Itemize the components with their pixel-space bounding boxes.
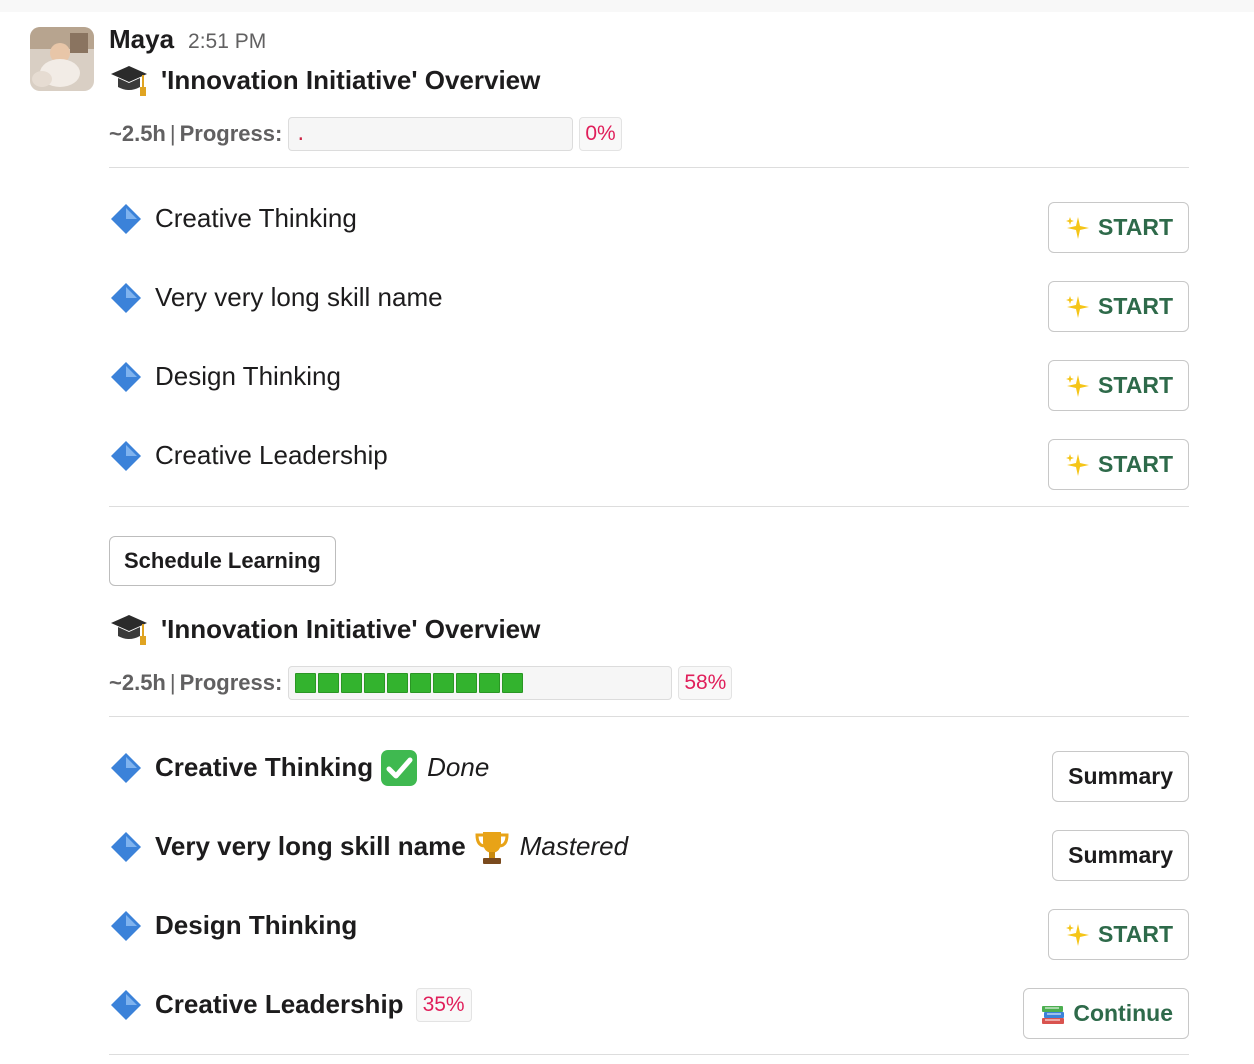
- progress-cell: [364, 673, 386, 693]
- skill-row: Design Thinking START: [109, 340, 1189, 419]
- schedule-learning-button[interactable]: Schedule Learning: [109, 536, 336, 586]
- skill-percent: 35%: [415, 987, 472, 1022]
- skill-name: Creative Leadership: [155, 989, 404, 1019]
- summary-button[interactable]: Summary: [1052, 830, 1189, 881]
- progress-cell: [433, 673, 455, 693]
- start-button-label: START: [1098, 293, 1173, 319]
- progress-cell: [410, 673, 432, 693]
- progress-bar: .: [288, 117, 574, 151]
- skill-name: Creative Thinking: [155, 752, 374, 782]
- summary-button-label: Summary: [1068, 763, 1173, 789]
- skill-row: Creative Thinking Done Summary: [109, 731, 1189, 810]
- summary-button[interactable]: Summary: [1052, 751, 1189, 802]
- card-title-line: 'Innovation Initiative' Overview: [109, 607, 1189, 651]
- skill-name: Creative Leadership: [155, 440, 388, 470]
- skill-name: Creative Thinking: [155, 203, 357, 233]
- card-title: 'Innovation Initiative' Overview: [161, 64, 541, 95]
- divider: [109, 1054, 1189, 1055]
- skill-name: Very very long skill name: [155, 831, 466, 861]
- progress-percent: 58%: [678, 666, 733, 700]
- message-header: Maya 2:51 PM: [109, 24, 266, 55]
- progress-cell: [456, 673, 478, 693]
- blue-diamond-icon: [111, 203, 141, 234]
- card-1-skills: Creative Thinking START Very very long s…: [109, 182, 1189, 498]
- start-button[interactable]: START: [1048, 439, 1189, 490]
- start-button-label: START: [1098, 372, 1173, 398]
- progress-bar-text: .: [295, 123, 307, 145]
- skill-row: Creative Leadership START: [109, 419, 1189, 498]
- skill-name: Design Thinking: [155, 910, 358, 940]
- skill-row: Creative Thinking START: [109, 182, 1189, 261]
- card-title: 'Innovation Initiative' Overview: [161, 613, 541, 644]
- blue-diamond-icon: [111, 440, 141, 471]
- books-icon: [1042, 1005, 1065, 1024]
- blue-diamond-icon: [111, 910, 141, 941]
- progress-cell: [341, 673, 363, 693]
- start-button[interactable]: START: [1048, 281, 1189, 332]
- sparkles-icon: [1066, 216, 1090, 239]
- blue-diamond-icon: [111, 282, 141, 313]
- progress-cell: [387, 673, 409, 693]
- progress-line: ~2.5h | Progress: 58%: [109, 663, 1189, 703]
- card-1: 'Innovation Initiative' Overview ~2.5h | P…: [109, 58, 1189, 154]
- sparkles-icon: [1066, 453, 1090, 476]
- author-name[interactable]: Maya: [109, 24, 174, 55]
- divider: [109, 506, 1189, 507]
- progress-bar: [288, 666, 673, 700]
- blue-diamond-icon: [111, 831, 141, 862]
- summary-button-label: Summary: [1068, 842, 1173, 868]
- status-text: Done: [427, 752, 490, 782]
- skill-row: Creative Leadership 35% Continue: [109, 968, 1189, 1047]
- card-2: 'Innovation Initiative' Overview ~2.5h | P…: [109, 607, 1189, 703]
- skill-name: Design Thinking: [155, 361, 341, 391]
- start-button[interactable]: START: [1048, 360, 1189, 411]
- progress-cell: [479, 673, 501, 693]
- continue-button[interactable]: Continue: [1023, 988, 1189, 1039]
- progress-cell: [502, 673, 524, 693]
- continue-button-label: Continue: [1073, 1000, 1173, 1026]
- blue-diamond-icon: [111, 989, 141, 1020]
- progress-line: ~2.5h | Progress: . 0%: [109, 114, 1189, 154]
- message-time[interactable]: 2:51 PM: [188, 30, 266, 54]
- top-bar: [0, 0, 1254, 12]
- graduation-cap-icon: [111, 66, 147, 96]
- sparkles-icon: [1066, 374, 1090, 397]
- divider: [109, 716, 1189, 717]
- sparkles-icon: [1066, 923, 1090, 946]
- card-2-skills: Creative Thinking Done Summary Very very…: [109, 731, 1189, 1047]
- duration-label: ~2.5h | Progress:: [109, 121, 283, 146]
- start-button[interactable]: START: [1048, 202, 1189, 253]
- avatar[interactable]: [30, 27, 94, 91]
- skill-row: Design Thinking START: [109, 889, 1189, 968]
- status-text: Mastered: [519, 831, 629, 861]
- blue-diamond-icon: [111, 361, 141, 392]
- start-button[interactable]: START: [1048, 909, 1189, 960]
- progress-cell: [295, 673, 317, 693]
- blue-diamond-icon: [111, 752, 141, 783]
- start-button-label: START: [1098, 214, 1173, 240]
- sparkles-icon: [1066, 295, 1090, 318]
- skill-row: Very very long skill name START: [109, 261, 1189, 340]
- start-button-label: START: [1098, 451, 1173, 477]
- start-button-label: START: [1098, 921, 1173, 947]
- skill-row: Very very long skill name Mastered Summa…: [109, 810, 1189, 889]
- trophy-icon: [475, 831, 509, 864]
- graduation-cap-icon: [111, 615, 147, 645]
- skill-name: Very very long skill name: [155, 282, 443, 312]
- check-mark-icon: [381, 749, 418, 786]
- duration-label: ~2.5h | Progress:: [109, 670, 283, 695]
- card-title-line: 'Innovation Initiative' Overview: [109, 58, 1189, 102]
- progress-percent: 0%: [579, 117, 622, 151]
- progress-cell: [318, 673, 340, 693]
- divider: [109, 167, 1189, 168]
